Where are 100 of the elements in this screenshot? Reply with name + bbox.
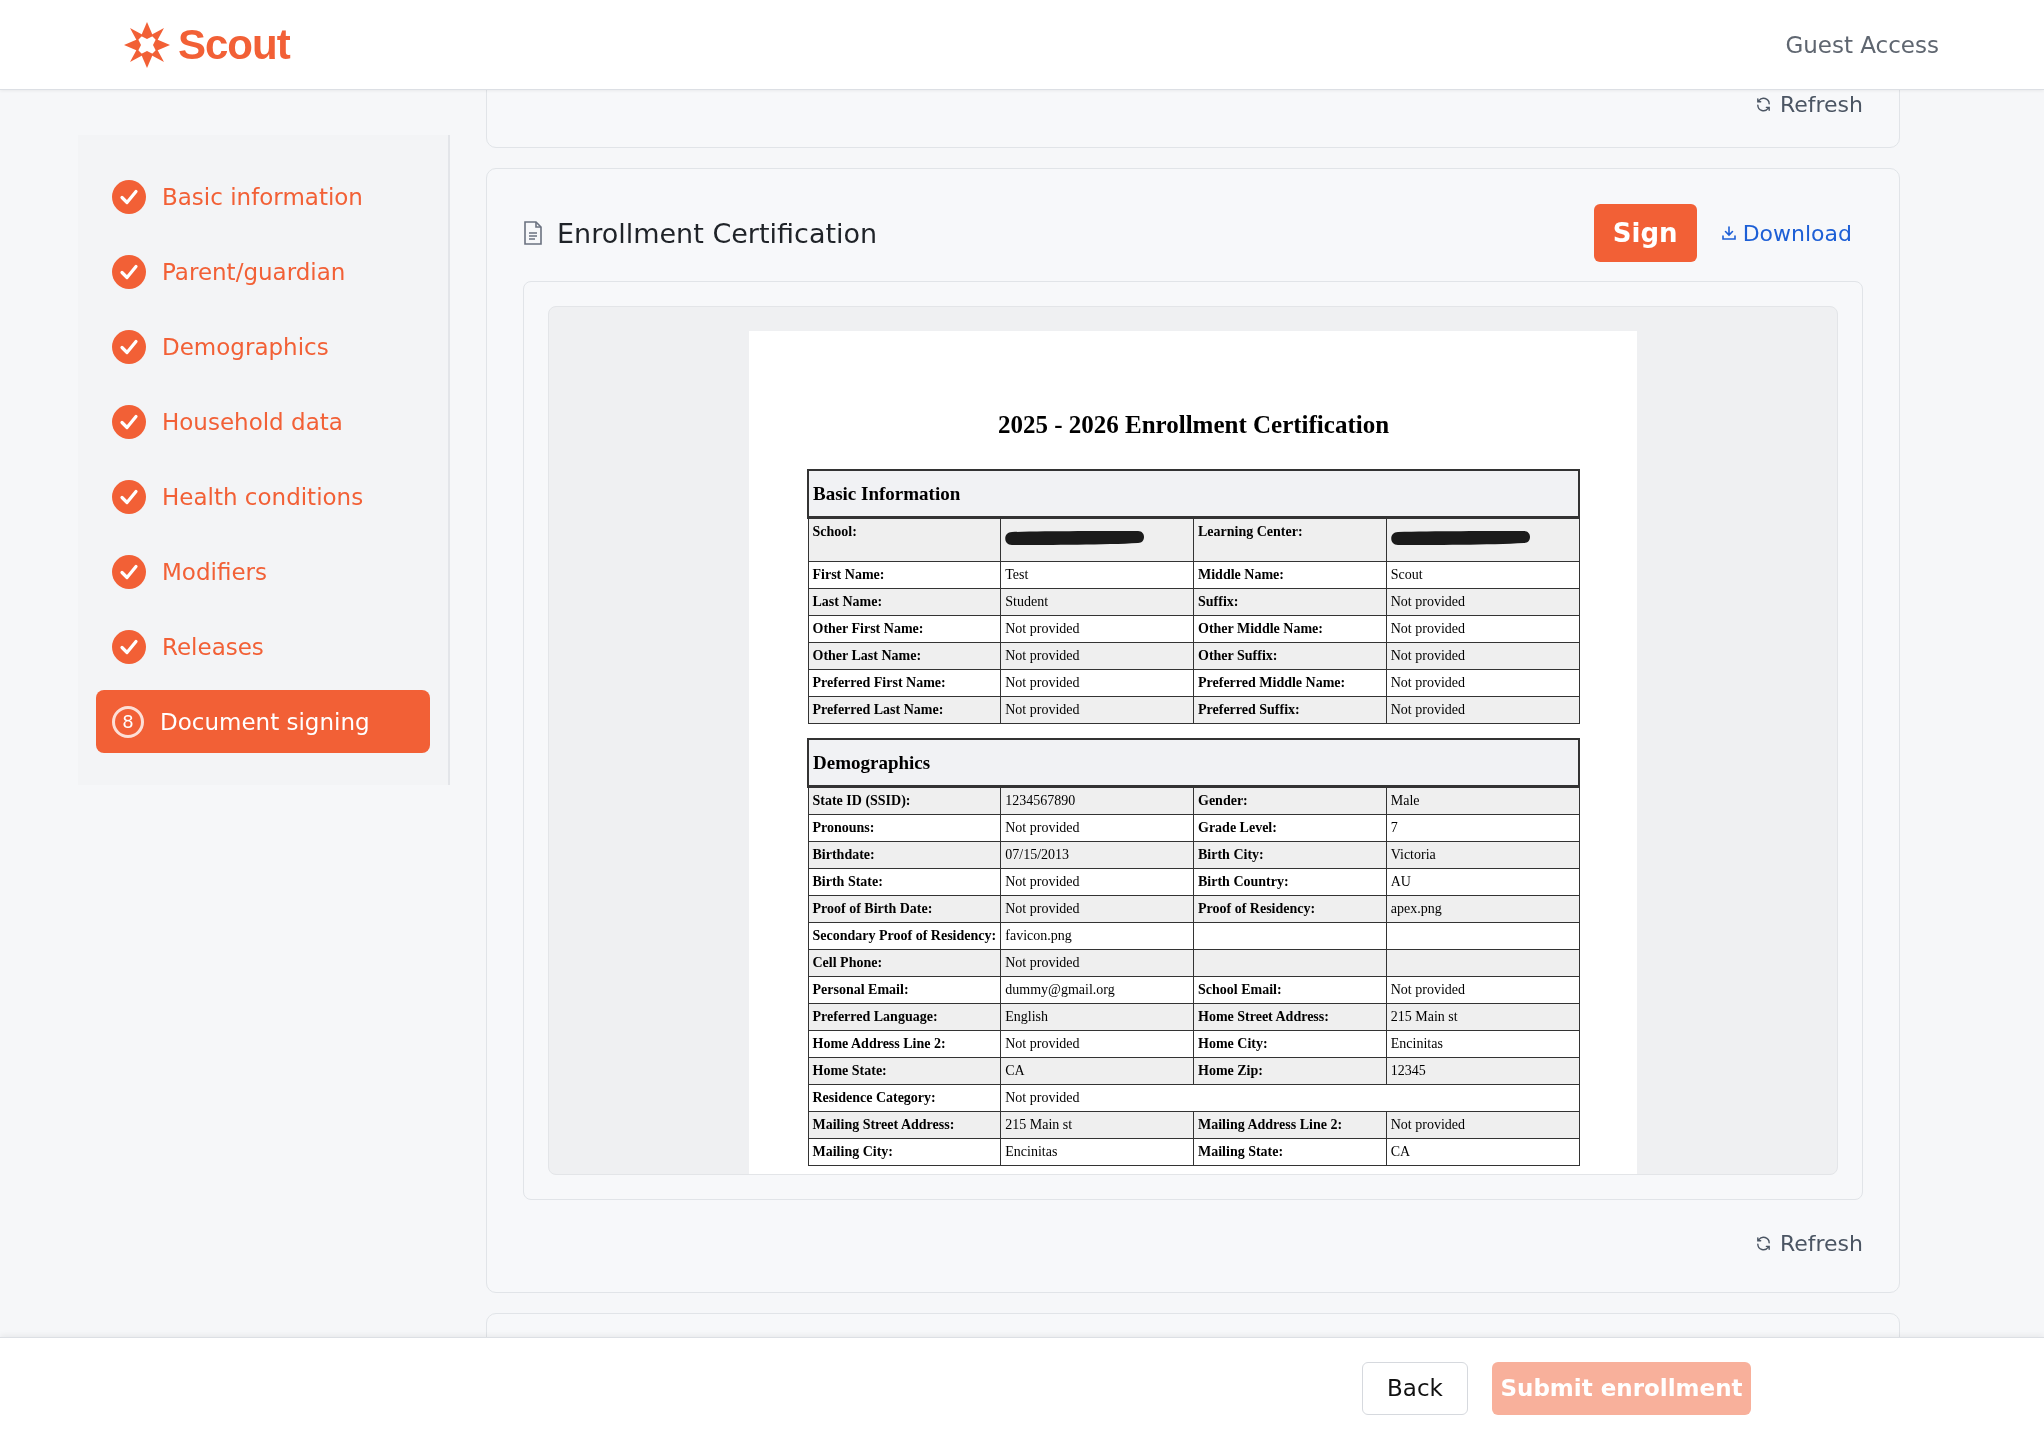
table-cell: 07/15/2013 [1000, 841, 1194, 869]
table-cell: Home Street Address: [1193, 1003, 1387, 1031]
table-cell: CA [1386, 1138, 1579, 1166]
table-cell: Preferred Middle Name: [1193, 669, 1387, 697]
table-cell: Birth State: [808, 868, 1001, 896]
table-cell: Not provided [1386, 976, 1579, 1004]
table-cell: Birth Country: [1193, 868, 1387, 896]
sign-button[interactable]: Sign [1593, 204, 1697, 262]
sidebar-item[interactable]: 8 Document signing [96, 690, 430, 753]
table-cell: Other Middle Name: [1193, 615, 1387, 643]
table-cell: Not provided [1000, 615, 1194, 643]
document-icon [523, 221, 543, 245]
brand-name: Scout [178, 20, 290, 69]
table-cell: Mailing City: [808, 1138, 1001, 1166]
section-heading: Demographics [808, 739, 1579, 787]
table-cell: Not provided [1000, 669, 1194, 697]
table-cell: Preferred Language: [808, 1003, 1001, 1031]
table-cell: Last Name: [808, 588, 1001, 616]
table-cell: Encinitas [1000, 1138, 1194, 1166]
refresh-button[interactable]: Refresh [1754, 1230, 1863, 1256]
table-cell: favicon.png [1000, 922, 1194, 950]
logo-icon [124, 21, 170, 68]
table-cell: Pronouns: [808, 814, 1001, 842]
table-cell: Residence Category: [808, 1084, 1001, 1112]
step-number: 8 [112, 705, 144, 738]
table-cell: Middle Name: [1193, 561, 1387, 589]
table-cell: apex.png [1386, 895, 1579, 923]
table-cell: Gender: [1193, 786, 1387, 815]
sidebar-item[interactable]: Household data [96, 390, 430, 453]
download-link[interactable]: Download [1720, 220, 1852, 246]
table-cell: Not provided [1000, 642, 1194, 670]
sidebar-item[interactable]: Releases [96, 615, 430, 678]
table-cell: Preferred First Name: [808, 669, 1001, 697]
table-cell: Not provided [1386, 696, 1579, 724]
table-cell: Not provided [1386, 588, 1579, 616]
sidebar-item[interactable]: Parent/guardian [96, 240, 430, 303]
table-cell: 1234567890 [1000, 786, 1194, 815]
table-cell: Birth City: [1193, 841, 1387, 869]
table-cell: Home Zip: [1193, 1057, 1387, 1085]
table-cell: Not provided [1386, 669, 1579, 697]
table-cell: 12345 [1386, 1057, 1579, 1085]
table-cell: English [1000, 1003, 1194, 1031]
sidebar-item[interactable]: Demographics [96, 315, 430, 378]
table-cell: Not provided [1386, 615, 1579, 643]
refresh-button[interactable]: Refresh [1754, 91, 1863, 117]
table-cell: Not provided [1000, 814, 1194, 842]
table-cell: AU [1386, 868, 1579, 896]
table-cell: Suffix: [1193, 588, 1387, 616]
table-cell: State ID (SSID): [808, 786, 1001, 815]
table-cell: Not provided [1000, 696, 1194, 724]
table-cell: Not provided [1386, 1111, 1579, 1139]
sidebar-item[interactable]: Modifiers [96, 540, 430, 603]
table-cell: Proof of Birth Date: [808, 895, 1001, 923]
table-cell: Not provided [1000, 868, 1194, 896]
refresh-icon [1754, 1234, 1772, 1252]
table-cell: Proof of Residency: [1193, 895, 1387, 923]
table-cell: Other Suffix: [1193, 642, 1387, 670]
table-cell: dummy@gmail.org [1000, 976, 1194, 1004]
table-cell: CA [1000, 1057, 1194, 1085]
table-cell: 215 Main st [1000, 1111, 1194, 1139]
table-cell: School: [808, 517, 1001, 562]
table-cell: Birthdate: [808, 841, 1001, 869]
refresh-icon [1754, 95, 1772, 113]
card-title: Enrollment Certification [557, 217, 879, 249]
table-cell: Not provided [1000, 1030, 1194, 1058]
table-cell: 7 [1386, 814, 1579, 842]
table-cell: Other First Name: [808, 615, 1001, 643]
table-cell: Home Address Line 2: [808, 1030, 1001, 1058]
sidebar-item[interactable]: Basic information [96, 165, 430, 228]
account-label: Guest Access [1785, 31, 1939, 58]
back-button[interactable]: Back [1362, 1361, 1468, 1415]
table-cell: Mailing Address Line 2: [1193, 1111, 1387, 1139]
sidebar-item[interactable]: Health conditions [96, 465, 430, 528]
table-cell: Student [1000, 588, 1194, 616]
document-title: 2025 - 2026 Enrollment Certification [996, 411, 1391, 439]
table-cell: Other Last Name: [808, 642, 1001, 670]
table-cell: Personal Email: [808, 976, 1001, 1004]
table-cell: Home City: [1193, 1030, 1387, 1058]
table-cell: School Email: [1193, 976, 1387, 1004]
table-cell: Not provided [1386, 642, 1579, 670]
table-cell: Grade Level: [1193, 814, 1387, 842]
table-cell: Preferred Suffix: [1193, 696, 1387, 724]
table-cell: Test [1000, 561, 1194, 589]
section-heading: Basic Information [808, 470, 1579, 518]
table-cell: Victoria [1386, 841, 1579, 869]
table-cell: Scout [1386, 561, 1579, 589]
table-cell: Home State: [808, 1057, 1001, 1085]
table-cell: Preferred Last Name: [808, 696, 1001, 724]
table-cell: Cell Phone: [808, 949, 1001, 977]
table-cell: 215 Main st [1386, 1003, 1579, 1031]
download-icon [1720, 225, 1737, 241]
table-cell: Encinitas [1386, 1030, 1579, 1058]
table-cell: Not provided [1000, 895, 1194, 923]
table-cell: First Name: [808, 561, 1001, 589]
table-cell: Mailing State: [1193, 1138, 1387, 1166]
table-cell: Mailing Street Address: [808, 1111, 1001, 1139]
table-cell: Not provided [1000, 949, 1194, 977]
table-cell: Male [1386, 786, 1579, 815]
table-cell: Learning Center: [1193, 517, 1387, 562]
table-cell: Secondary Proof of Residency: [808, 922, 1001, 950]
